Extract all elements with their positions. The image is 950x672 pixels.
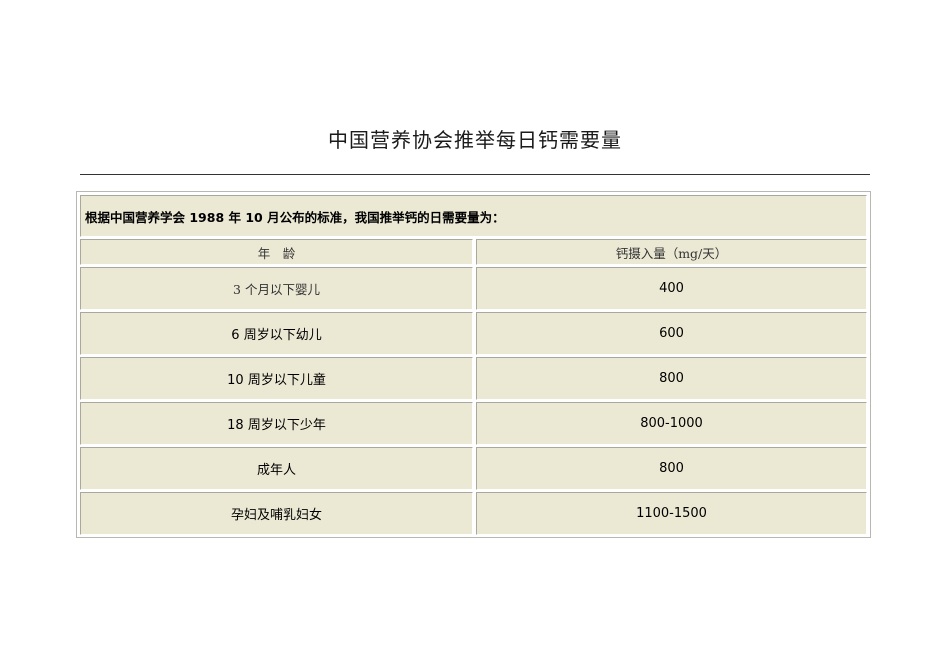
row-intake: 600 bbox=[476, 312, 867, 355]
row-intake: 1100-1500 bbox=[476, 492, 867, 535]
row-age: 18 周岁以下少年 bbox=[80, 402, 473, 445]
row-age: 6 周岁以下幼儿 bbox=[80, 312, 473, 355]
row-intake: 400 bbox=[476, 267, 867, 310]
row-intake: 800 bbox=[476, 357, 867, 400]
row-age: 孕妇及哺乳妇女 bbox=[80, 492, 473, 535]
row-intake: 800-1000 bbox=[476, 402, 867, 445]
row-age: 10 周岁以下儿童 bbox=[80, 357, 473, 400]
calcium-table: 根据中国营养学会 1988 年 10 月公布的标准，我国推举钙的日需要量为： 年… bbox=[76, 191, 871, 538]
row-age: 成年人 bbox=[80, 447, 473, 490]
header-age: 年 龄 bbox=[80, 239, 473, 265]
table-intro: 根据中国营养学会 1988 年 10 月公布的标准，我国推举钙的日需要量为： bbox=[80, 195, 867, 237]
page-title: 中国营养协会推举每日钙需要量 bbox=[328, 128, 622, 152]
header-intake: 钙摄入量（mg/天） bbox=[476, 239, 867, 265]
row-age: 3 个月以下婴儿 bbox=[80, 267, 473, 310]
row-intake: 800 bbox=[476, 447, 867, 490]
title-divider bbox=[80, 174, 870, 175]
